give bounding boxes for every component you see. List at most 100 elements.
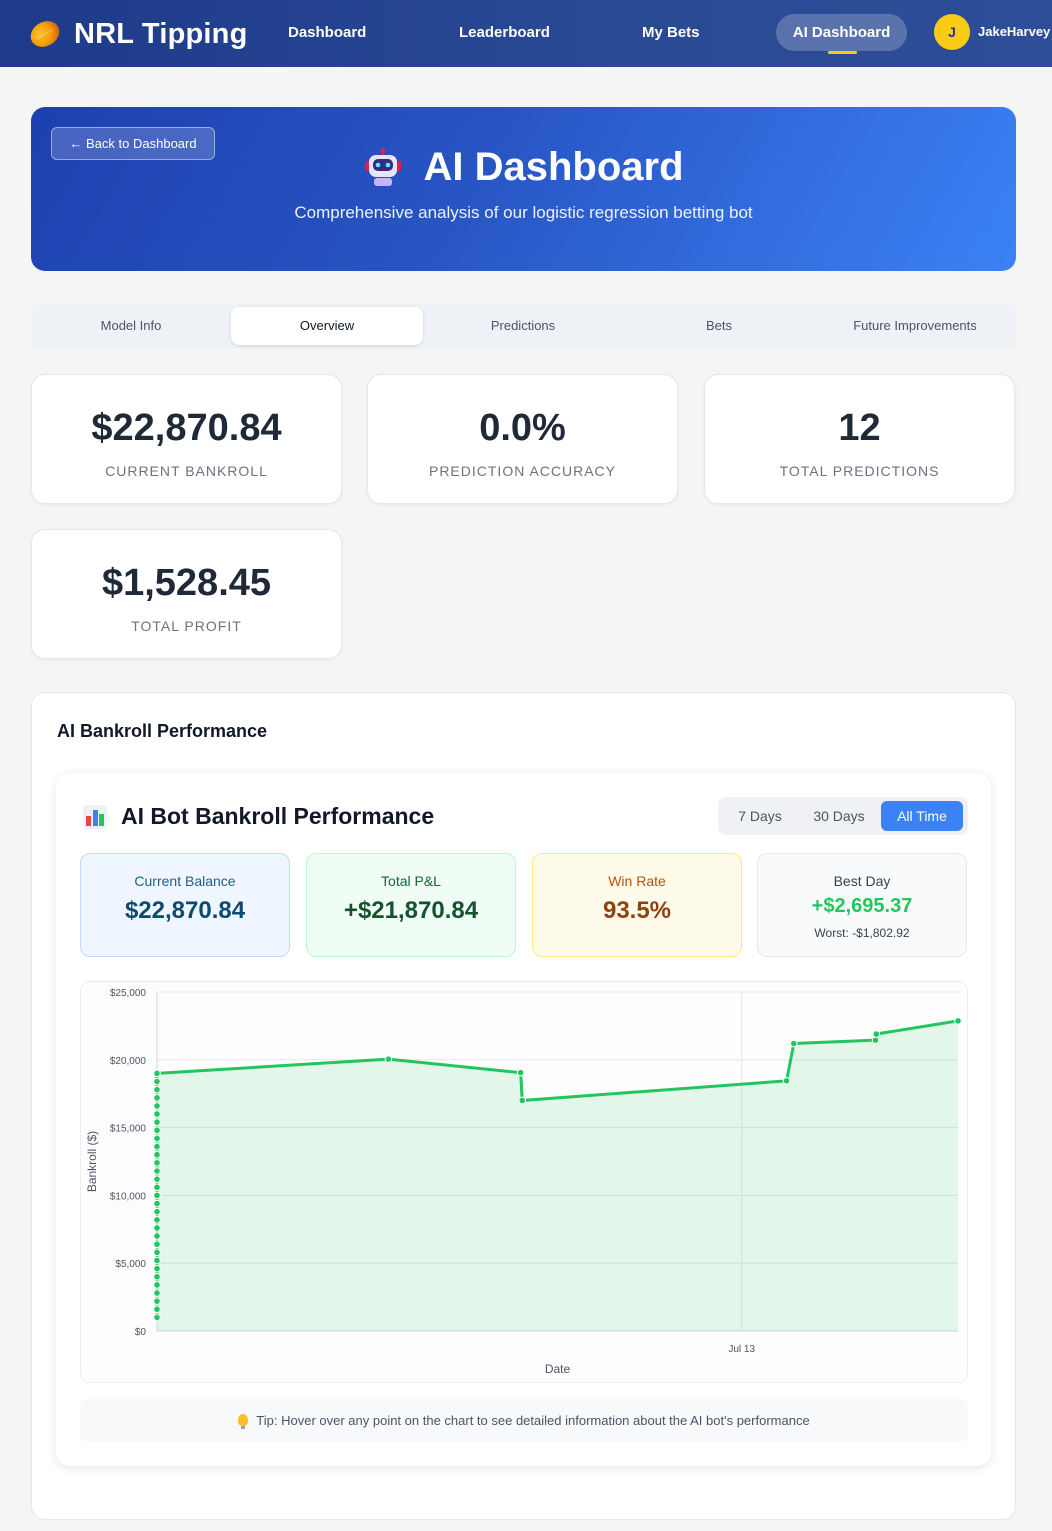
stat-label: Current Bankroll xyxy=(105,463,268,479)
y-tick-label: $15,000 xyxy=(110,1124,147,1135)
data-point[interactable] xyxy=(153,1248,161,1257)
data-point[interactable] xyxy=(153,1110,161,1118)
y-tick-label: $5,000 xyxy=(115,1259,146,1270)
hero-banner: ← Back to Dashboard AI Dashboard Compreh… xyxy=(31,107,1016,271)
data-point[interactable] xyxy=(153,1191,161,1200)
data-point[interactable] xyxy=(153,1256,161,1265)
data-point[interactable] xyxy=(153,1134,161,1143)
data-point[interactable] xyxy=(153,1199,161,1208)
brand[interactable]: NRL Tipping xyxy=(26,14,248,54)
data-point[interactable] xyxy=(153,1297,161,1305)
data-point[interactable] xyxy=(153,1150,161,1159)
current-balance-label: Current Balance xyxy=(134,873,236,889)
stat-label: Total Profit xyxy=(131,618,242,634)
data-point[interactable] xyxy=(153,1289,161,1297)
x-axis-title: Date xyxy=(545,1362,571,1376)
data-point[interactable] xyxy=(871,1036,880,1044)
stat-card-bankroll: $22,870.84 Current Bankroll xyxy=(31,374,342,504)
data-point[interactable] xyxy=(153,1175,161,1183)
y-tick-label: $20,000 xyxy=(110,1056,147,1067)
tab-overview[interactable]: Overview xyxy=(231,307,423,345)
chart-card-title-text: AI Bot Bankroll Performance xyxy=(121,803,435,829)
data-point[interactable] xyxy=(153,1272,161,1281)
bar-chart-icon xyxy=(83,804,107,829)
chart-card-title: AI Bot Bankroll Performance xyxy=(83,803,434,830)
stat-label: Prediction Accuracy xyxy=(428,463,617,479)
data-point[interactable] xyxy=(153,1118,161,1126)
data-point[interactable] xyxy=(153,1183,161,1192)
data-point[interactable] xyxy=(153,1305,161,1314)
data-point[interactable] xyxy=(954,1017,962,1025)
total-pnl-value: +$21,870.84 xyxy=(343,897,479,924)
data-point[interactable] xyxy=(153,1077,161,1086)
robot-icon xyxy=(365,148,402,186)
y-tick-label: $25,000 xyxy=(110,988,147,999)
stat-card-accuracy: 0.0% Prediction Accuracy xyxy=(367,374,678,504)
range-30-days[interactable]: 30 Days xyxy=(802,801,876,831)
stat-card-predictions: 12 Total Predictions xyxy=(704,374,1015,504)
range-all-time[interactable]: All Time xyxy=(881,801,963,831)
data-point[interactable] xyxy=(872,1030,881,1038)
username[interactable]: JakeHarvey xyxy=(978,24,1050,39)
bankroll-chart[interactable]: $0 $5,000 $10,000 $15,000 $20,000 $25,000 Jul … xyxy=(80,981,968,1383)
stat-value: 0.0% xyxy=(479,407,566,449)
data-point[interactable] xyxy=(153,1224,161,1232)
tab-future-improvements[interactable]: Future Improvements xyxy=(819,307,1011,345)
data-point[interactable] xyxy=(384,1055,393,1063)
tab-predictions[interactable]: Predictions xyxy=(427,307,619,345)
chart-svg[interactable]: $0 $5,000 $10,000 $15,000 $20,000 $25,000 Jul … xyxy=(81,982,969,1384)
football-icon xyxy=(26,16,64,52)
stat-card-profit: $1,528.45 Total Profit xyxy=(31,529,342,659)
stat-value: $1,528.45 xyxy=(101,562,272,604)
data-point[interactable] xyxy=(153,1167,161,1175)
brand-title: NRL Tipping xyxy=(74,17,248,50)
y-tick-label: $10,000 xyxy=(110,1191,147,1202)
total-pnl-card: Total P&L +$21,870.84 xyxy=(306,853,516,957)
win-rate-card: Win Rate 93.5% xyxy=(532,853,742,957)
page-title: AI Dashboard xyxy=(31,145,1016,190)
data-point[interactable] xyxy=(153,1264,161,1273)
section-title: AI Bankroll Performance xyxy=(57,721,268,741)
data-point[interactable] xyxy=(516,1068,525,1077)
best-day-value: +$2,695.37 xyxy=(811,895,913,917)
current-balance-value: $22,870.84 xyxy=(124,897,246,924)
stat-value: $22,870.84 xyxy=(91,407,282,449)
y-axis-title: Bankroll ($) xyxy=(85,1131,99,1192)
data-point[interactable] xyxy=(153,1159,161,1167)
top-nav: NRL Tipping Dashboard Leaderboard My Bet… xyxy=(0,0,1052,67)
data-point[interactable] xyxy=(153,1142,161,1151)
bankroll-chart-card: AI Bot Bankroll Performance 7 Days 30 Da… xyxy=(56,773,991,1466)
data-point[interactable] xyxy=(153,1126,161,1135)
stat-value: 12 xyxy=(838,407,881,449)
data-point[interactable] xyxy=(153,1240,161,1249)
y-tick-label: $0 xyxy=(135,1327,147,1338)
tab-bets[interactable]: Bets xyxy=(623,307,815,345)
data-point[interactable] xyxy=(153,1102,161,1110)
data-point[interactable] xyxy=(153,1216,161,1224)
x-tick-label: Jul 13 xyxy=(728,1344,755,1355)
data-point[interactable] xyxy=(789,1039,798,1048)
stat-label: Total Predictions xyxy=(779,463,940,479)
data-point[interactable] xyxy=(153,1313,161,1322)
avatar[interactable]: J xyxy=(934,14,970,50)
nav-dashboard[interactable]: Dashboard xyxy=(288,20,366,46)
data-point[interactable] xyxy=(153,1232,161,1240)
nav-ai-dashboard[interactable]: AI Dashboard xyxy=(776,14,907,54)
win-rate-label: Win Rate xyxy=(608,873,666,889)
win-rate-value: 93.5% xyxy=(602,897,672,924)
range-7-days[interactable]: 7 Days xyxy=(724,801,796,831)
lightbulb-icon xyxy=(238,1414,249,1429)
data-point[interactable] xyxy=(153,1281,161,1289)
data-point[interactable] xyxy=(153,1069,161,1078)
current-balance-card: Current Balance $22,870.84 xyxy=(80,853,290,957)
worst-day-value: Worst: -$1,802.92 xyxy=(814,926,910,940)
best-day-label: Best Day xyxy=(833,873,891,889)
nav-leaderboard[interactable]: Leaderboard xyxy=(459,20,550,46)
data-point[interactable] xyxy=(153,1085,161,1094)
data-point[interactable] xyxy=(782,1077,791,1085)
nav-my-bets[interactable]: My Bets xyxy=(642,20,700,46)
data-point[interactable] xyxy=(518,1096,527,1105)
tab-model-info[interactable]: Model Info xyxy=(35,307,227,345)
data-point[interactable] xyxy=(153,1093,161,1102)
data-point[interactable] xyxy=(153,1207,161,1216)
